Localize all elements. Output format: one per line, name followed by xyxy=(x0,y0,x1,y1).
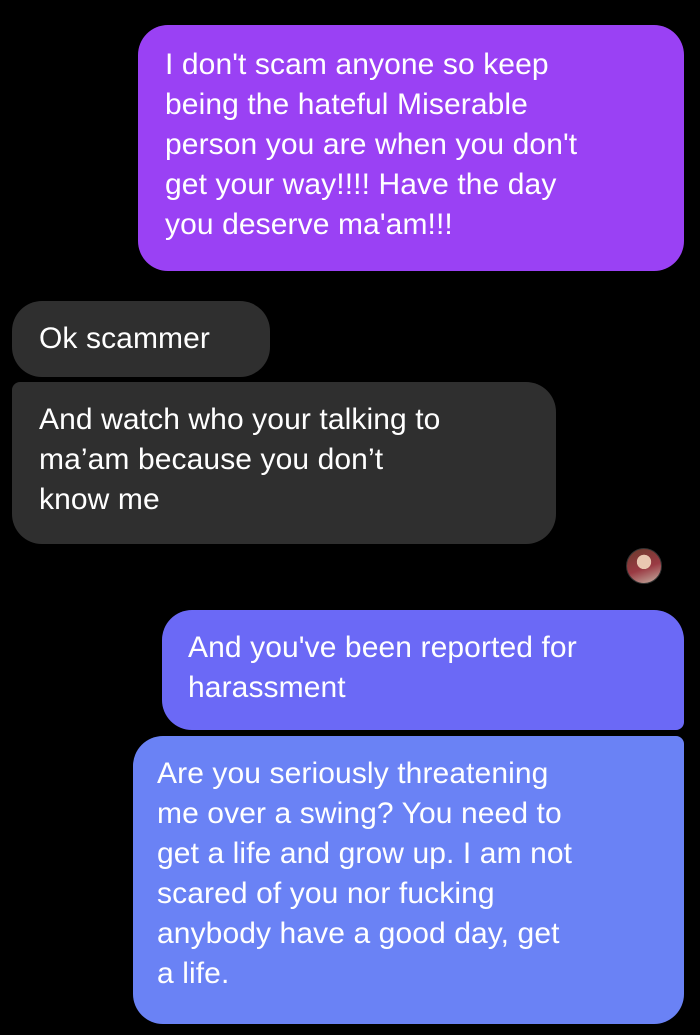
sent-message-bubble[interactable]: And you've been reported for harassment xyxy=(162,610,684,730)
sent-message-bubble[interactable]: Are you seriously threatening me over a … xyxy=(133,736,684,1024)
received-message-bubble[interactable]: And watch who your talking to ma’am beca… xyxy=(12,382,556,544)
avatar-read-receipt-icon xyxy=(626,548,662,584)
sent-message-bubble[interactable]: I don't scam anyone so keep being the ha… xyxy=(138,25,684,271)
received-message-bubble[interactable]: Ok scammer xyxy=(12,301,270,377)
